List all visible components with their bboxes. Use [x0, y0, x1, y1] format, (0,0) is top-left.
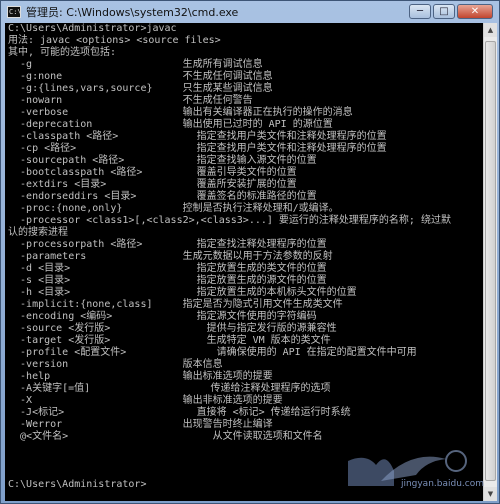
cmd-icon[interactable]: C:\ [7, 6, 22, 18]
cmd-window: C:\ 管理员: C:\Windows\system32\cmd.exe ─ □… [0, 0, 500, 504]
console-line: -g 生成所有调试信息 [8, 59, 263, 70]
console-line: -nowarn 不生成任何警告 [8, 95, 253, 106]
console-line: -encoding <编码> 指定源文件使用的字符编码 [8, 311, 317, 322]
console-line: -Werror 出现警告时终止编译 [8, 419, 273, 430]
scroll-up-button[interactable]: ▲ [484, 23, 497, 37]
console-line: 认的搜索进程 [8, 227, 68, 238]
console-line: -source <发行版> 提供与指定发行版的源兼容性 [8, 323, 337, 334]
prompt-line: C:\Users\Administrator> [8, 479, 147, 490]
window-controls: ─ □ ✕ [409, 4, 493, 19]
console-line: -processor <class1>[,<class2>,<class3>..… [8, 215, 451, 226]
console-line: @<文件名> 从文件读取选项和文件名 [8, 431, 323, 442]
console-line: -profile <配置文件> 请确保使用的 API 在指定的配置文件中可用 [8, 347, 417, 358]
vertical-scrollbar[interactable]: ▲ ▼ [483, 23, 497, 501]
console-line: -processorpath <路径> 指定查找注释处理程序的位置 [8, 239, 327, 250]
console-line: -A关键字[=值] 传递给注释处理程序的选项 [8, 383, 331, 394]
console-line: -g:{lines,vars,source} 只生成某些调试信息 [8, 83, 273, 94]
console-line: -J<标记> 直接将 <标记> 传递给运行时系统 [8, 407, 351, 418]
console-output[interactable]: C:\Users\Administrator>javac 用法: javac <o… [5, 23, 483, 501]
console-line: -extdirs <目录> 覆盖所安装扩展的位置 [8, 179, 297, 190]
scroll-thumb[interactable] [485, 41, 496, 481]
maximize-icon: □ [439, 6, 449, 17]
maximize-button[interactable]: □ [433, 4, 455, 19]
console-line: 其中, 可能的选项包括: [8, 47, 117, 58]
minimize-button[interactable]: ─ [409, 4, 431, 19]
arrow-up-icon: ▲ [487, 26, 494, 34]
console-line: -bootclasspath <路径> 覆盖引导类文件的位置 [8, 167, 297, 178]
close-button[interactable]: ✕ [457, 4, 493, 19]
minimize-icon: ─ [416, 6, 424, 17]
close-icon: ✕ [470, 6, 480, 17]
console-line: -target <发行版> 生成特定 VM 版本的类文件 [8, 335, 331, 346]
console-line: -s <目录> 指定放置生成的源文件的位置 [8, 275, 327, 286]
console-line: -g:none 不生成任何调试信息 [8, 71, 273, 82]
console-line: -verbose 输出有关编译器正在执行的操作的消息 [8, 107, 353, 118]
console-line: -endorseddirs <目录> 覆盖签名的标准路径的位置 [8, 191, 317, 202]
watermark-url: jingyan.baidu.com [400, 479, 484, 489]
console-line: -proc:{none,only} 控制是否执行注释处理和/或编译。 [8, 203, 339, 214]
prompt-line: C:\Users\Administrator>javac [8, 23, 177, 34]
console-line: -X 输出非标准选项的提要 [8, 395, 283, 406]
console-line: -sourcepath <路径> 指定查找输入源文件的位置 [8, 155, 317, 166]
console-line: -parameters 生成元数据以用于方法参数的反射 [8, 251, 333, 262]
console-line: -classpath <路径> 指定查找用户类文件和注释处理程序的位置 [8, 131, 387, 142]
console-line: -cp <路径> 指定查找用户类文件和注释处理程序的位置 [8, 143, 387, 154]
baidu-watermark: jingyan.baidu.com [336, 431, 486, 491]
console-line: -implicit:{none,class] 指定是否为隐式引用文件生成类文件 [8, 299, 343, 310]
console-line: 用法: javac <options> <source files> [8, 35, 221, 46]
window-title: 管理员: C:\Windows\system32\cmd.exe [26, 6, 239, 19]
title-bar[interactable]: C:\ 管理员: C:\Windows\system32\cmd.exe ─ □… [1, 1, 499, 23]
console-line: -d <目录> 指定放置生成的类文件的位置 [8, 263, 327, 274]
console-line: -h <目录> 指定放置生成的本机标头文件的位置 [8, 287, 357, 298]
arrow-down-icon: ▼ [487, 490, 494, 498]
console-line: -help 输出标准选项的提要 [8, 371, 273, 382]
console-line: -deprecation 输出使用已过时的 API 的源位置 [8, 119, 333, 130]
console-line: -version 版本信息 [8, 359, 223, 370]
